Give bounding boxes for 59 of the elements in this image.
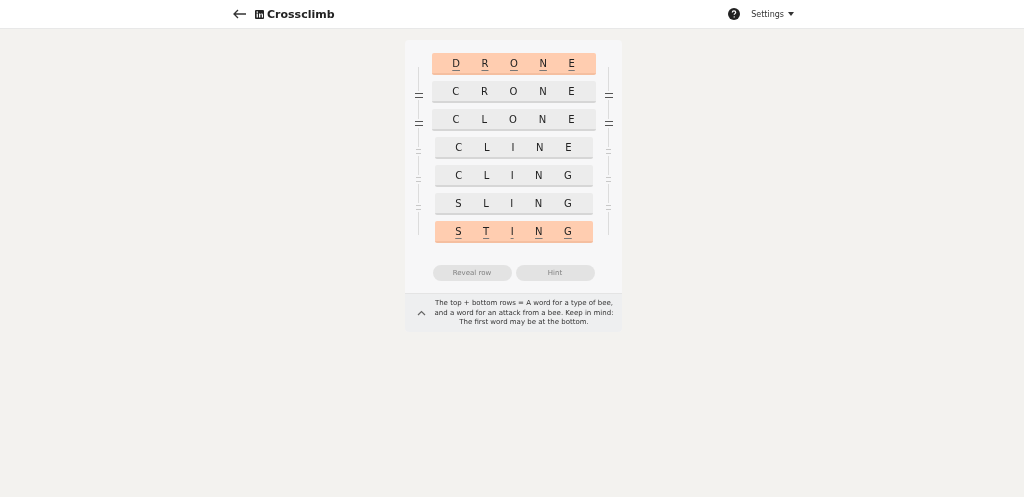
equals-icon — [606, 204, 611, 210]
letter: N — [538, 57, 548, 69]
letter: D — [451, 57, 461, 69]
letter: L — [484, 141, 490, 153]
letter: N — [534, 225, 544, 237]
equals-icon — [414, 120, 423, 126]
letter: I — [511, 141, 515, 153]
equals-icon — [414, 92, 423, 98]
app-title: Crossclimb — [267, 7, 335, 21]
equals-icon — [606, 148, 611, 154]
equals-icon — [416, 176, 421, 182]
word-row[interactable]: S L I N G — [434, 193, 593, 215]
equals-icon — [604, 120, 613, 126]
letter: L — [483, 197, 489, 209]
letter: L — [481, 113, 487, 125]
letter: G — [563, 225, 573, 237]
word-row[interactable]: C L I N E — [434, 137, 593, 159]
letter: G — [563, 169, 572, 181]
letter: E — [568, 85, 575, 97]
answer-row[interactable]: S T I N G — [434, 221, 593, 243]
answer-row[interactable]: D R O N E — [431, 53, 596, 75]
back-arrow-icon[interactable] — [233, 9, 247, 19]
equals-icon — [604, 92, 613, 98]
letter: E — [565, 141, 572, 153]
letter: N — [538, 113, 547, 125]
equals-icon — [606, 176, 611, 182]
letter: I — [510, 169, 514, 181]
letter: O — [509, 57, 519, 69]
letter: N — [536, 141, 544, 153]
letter: S — [454, 225, 463, 237]
word-row[interactable]: C L O N E — [431, 109, 596, 131]
equals-icon — [416, 204, 421, 210]
letter: N — [539, 85, 547, 97]
collapse-chevron-icon[interactable] — [417, 310, 426, 317]
letter: S — [455, 197, 462, 209]
letter: L — [483, 169, 490, 181]
letter: C — [452, 85, 460, 97]
letter: R — [480, 57, 490, 69]
caret-icon — [788, 12, 794, 16]
letter: C — [455, 169, 463, 181]
settings-menu[interactable]: Settings — [749, 7, 796, 21]
letter: C — [455, 141, 463, 153]
logo-icon — [255, 9, 264, 19]
letter: N — [535, 169, 543, 181]
word-row[interactable]: C L I N G — [434, 165, 593, 187]
letter: N — [534, 197, 543, 209]
letter: T — [482, 225, 491, 237]
letter: E — [568, 113, 575, 125]
word-row[interactable]: C R O N E — [431, 81, 596, 103]
letter: I — [509, 225, 515, 237]
letter: E — [567, 57, 576, 69]
letter: G — [563, 197, 572, 209]
equals-icon — [416, 148, 421, 154]
letter: O — [509, 85, 518, 97]
help-icon[interactable] — [728, 8, 741, 20]
letter: I — [510, 197, 514, 209]
letter: O — [508, 113, 517, 125]
letter: C — [452, 113, 460, 125]
letter: R — [481, 85, 488, 97]
